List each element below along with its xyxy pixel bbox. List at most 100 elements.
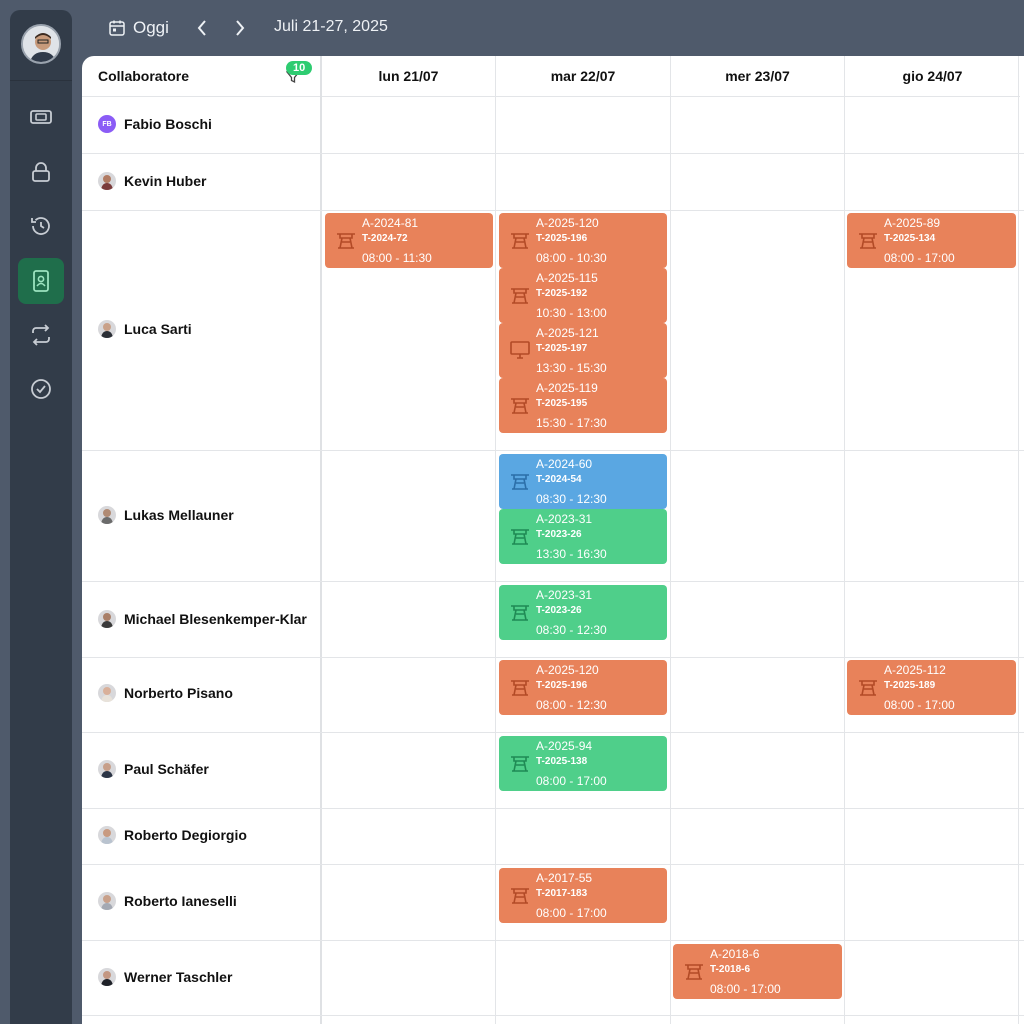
appointment-card[interactable]: A-2025-119 T-2025-195 15:30 - 17:30 <box>499 378 667 433</box>
appointment-code: A-2025-89 <box>884 216 941 230</box>
appointment-code: A-2025-112 <box>884 663 946 677</box>
time-range: 13:30 - 16:30 <box>536 547 607 561</box>
time-range: 08:00 - 17:00 <box>710 982 781 996</box>
schedule-grid: Collaboratore 10 lun 21/07 mar 22/07 mer… <box>82 56 1024 1024</box>
crane-icon <box>859 233 877 249</box>
employee-row-label[interactable]: Kevin Huber <box>98 172 206 190</box>
grid-divider <box>1018 56 1019 1024</box>
appointment-card[interactable]: A-2025-94 T-2025-138 08:00 - 17:00 <box>499 736 667 791</box>
check-circle-icon <box>31 379 51 399</box>
row-divider <box>82 153 1024 154</box>
chevron-left-icon <box>197 20 206 36</box>
day-header-mon[interactable]: lun 21/07 <box>321 56 496 97</box>
appointment-code: A-2023-31 <box>536 588 593 602</box>
crane-icon <box>511 756 529 772</box>
appointment-card[interactable]: A-2023-31 T-2023-26 13:30 - 16:30 <box>499 509 667 564</box>
appointment-card[interactable]: A-2025-120 T-2025-196 08:00 - 12:30 <box>499 660 667 715</box>
crane-icon <box>511 288 529 304</box>
user-avatar[interactable] <box>21 24 61 64</box>
calendar-icon <box>109 20 125 36</box>
appointment-code: A-2025-120 <box>536 663 599 677</box>
crane-icon <box>511 605 529 621</box>
day-header-wed[interactable]: mer 23/07 <box>670 56 845 97</box>
appointment-card[interactable]: A-2025-120 T-2025-196 08:00 - 10:30 <box>499 213 667 268</box>
chevron-right-icon <box>236 20 245 36</box>
appointment-code: A-2025-115 <box>536 271 598 285</box>
employee-row-label[interactable]: Roberto Ianeselli <box>98 892 237 910</box>
time-range: 08:00 - 17:00 <box>536 774 607 788</box>
sidebar-item-collaborators[interactable] <box>18 258 64 304</box>
grid-divider <box>844 56 845 1024</box>
appointment-code: A-2024-60 <box>536 457 593 471</box>
employee-name: Kevin Huber <box>124 173 207 189</box>
appointment-card[interactable]: A-2017-55 T-2017-183 08:00 - 17:00 <box>499 868 667 923</box>
ticket-code: T-2025-134 <box>884 233 936 244</box>
time-range: 08:00 - 17:00 <box>884 698 955 712</box>
ticket-code: T-2024-54 <box>536 474 582 485</box>
ticket-code: T-2025-196 <box>536 233 588 244</box>
employee-row-label[interactable]: Werner Taschler <box>98 968 232 986</box>
employee-name: Roberto Ianeselli <box>124 893 237 909</box>
appointment-card[interactable]: A-2025-121 T-2025-197 13:30 - 15:30 <box>499 323 667 378</box>
crane-icon <box>511 888 529 904</box>
grid-divider <box>495 56 496 1024</box>
contact-card-icon <box>33 270 49 292</box>
employee-row-label[interactable]: Norberto Pisano <box>98 684 233 702</box>
next-week-button[interactable] <box>230 16 250 40</box>
prev-week-button[interactable] <box>192 16 212 40</box>
employee-row-label[interactable]: Luca Sarti <box>98 320 192 338</box>
employee-row-label[interactable]: FB Fabio Boschi <box>98 115 212 133</box>
employee-row-label[interactable]: Roberto Degiorgio <box>98 826 247 844</box>
time-range: 08:00 - 17:00 <box>536 906 607 920</box>
row-divider <box>82 864 1024 865</box>
day-header-thu[interactable]: gio 24/07 <box>845 56 1020 97</box>
ticket-code: T-2023-26 <box>536 605 582 616</box>
day-header-tue[interactable]: mar 22/07 <box>496 56 670 97</box>
employee-name: Lukas Mellauner <box>124 507 234 523</box>
appointment-card[interactable]: A-2025-89 T-2025-134 08:00 - 17:00 <box>847 213 1016 268</box>
employee-row-label[interactable]: Michael Blesenkemper-Klar <box>98 610 307 628</box>
time-range: 13:30 - 15:30 <box>536 361 607 375</box>
crane-icon <box>685 964 703 980</box>
employee-row-label[interactable]: Lukas Mellauner <box>98 506 234 524</box>
avatar <box>98 760 116 778</box>
appointment-code: A-2023-31 <box>536 512 593 526</box>
crane-icon <box>511 529 529 545</box>
crane-icon <box>511 233 529 249</box>
collaborator-header-label: Collaboratore <box>98 68 190 84</box>
row-divider <box>82 657 1024 658</box>
crane-icon <box>511 398 529 414</box>
sidebar <box>10 10 72 1024</box>
grid-divider <box>320 56 322 1024</box>
today-button[interactable]: Oggi <box>108 16 169 40</box>
avatar <box>98 320 116 338</box>
time-range: 08:00 - 11:30 <box>362 251 432 265</box>
appointment-card[interactable]: A-2024-81 T-2024-72 08:00 - 11:30 <box>325 213 493 268</box>
monitor-icon <box>510 341 530 359</box>
row-divider <box>82 581 1024 582</box>
sidebar-item-lock[interactable] <box>18 149 64 195</box>
collaborator-column-header[interactable]: Collaboratore <box>82 56 320 97</box>
sidebar-item-history[interactable] <box>18 203 64 249</box>
avatar <box>98 892 116 910</box>
appointment-card[interactable]: A-2025-115 T-2025-192 10:30 - 13:00 <box>499 268 667 323</box>
row-divider <box>82 450 1024 451</box>
sidebar-item-approvals[interactable] <box>18 366 64 412</box>
ticket-code: T-2017-183 <box>536 888 588 899</box>
appointment-card[interactable]: A-2023-31 T-2023-26 08:30 - 12:30 <box>499 585 667 640</box>
appointment-card[interactable]: A-2024-60 T-2024-54 08:30 - 12:30 <box>499 454 667 509</box>
appointment-card[interactable]: A-2018-6 T-2018-6 08:00 - 17:00 <box>673 944 842 999</box>
sidebar-item-sync[interactable] <box>18 312 64 358</box>
appointment-card[interactable]: A-2025-112 T-2025-189 08:00 - 17:00 <box>847 660 1016 715</box>
row-divider <box>82 732 1024 733</box>
employee-name: Luca Sarti <box>124 321 192 337</box>
sidebar-item-tickets[interactable] <box>18 94 64 140</box>
avatar <box>98 968 116 986</box>
employee-row-label[interactable]: Paul Schäfer <box>98 760 209 778</box>
appointment-code: A-2025-119 <box>536 381 598 395</box>
avatar <box>98 172 116 190</box>
ticket-code: T-2023-26 <box>536 529 582 540</box>
appointment-code: A-2025-94 <box>536 739 593 753</box>
employee-name: Norberto Pisano <box>124 685 233 701</box>
employee-name: Michael Blesenkemper-Klar <box>124 611 307 627</box>
